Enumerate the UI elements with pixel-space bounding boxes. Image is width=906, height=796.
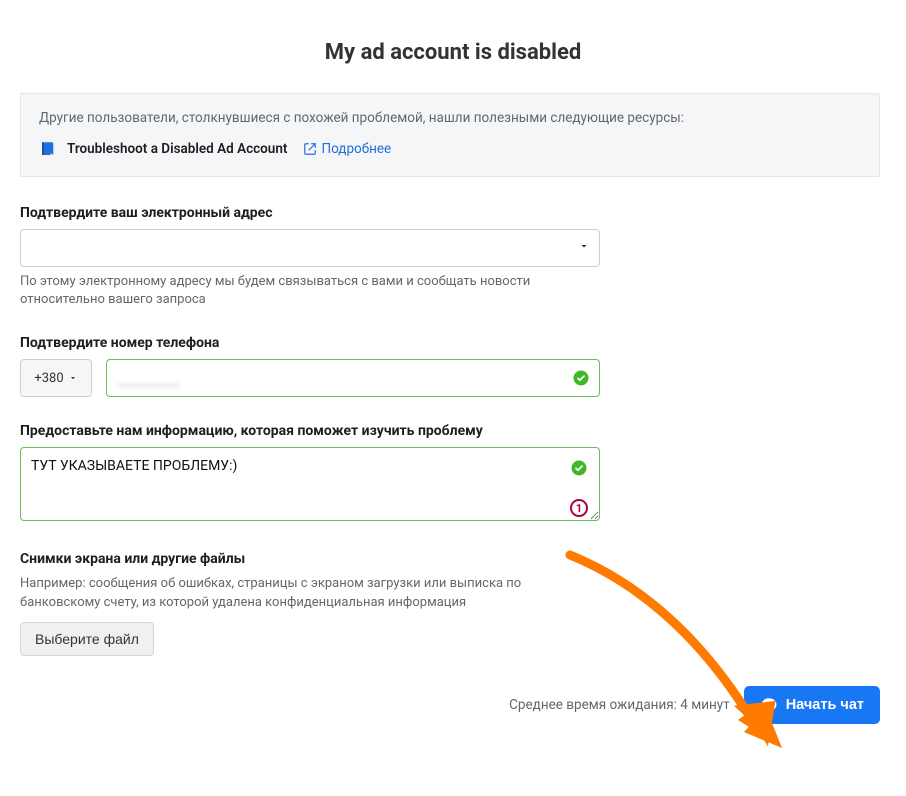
- chat-icon: [760, 696, 778, 714]
- start-chat-label: Начать чат: [786, 697, 864, 713]
- resource-item: Troubleshoot a Disabled Ad Account Подро…: [39, 140, 861, 158]
- files-section: Снимки экрана или другие файлы Например:…: [20, 551, 600, 655]
- valid-check-icon: [570, 459, 588, 481]
- external-link-icon: [303, 142, 317, 156]
- book-icon: [39, 140, 57, 158]
- learn-more-label: Подробнее: [321, 141, 391, 157]
- choose-file-button[interactable]: Выберите файл: [20, 622, 154, 656]
- start-chat-button[interactable]: Начать чат: [744, 686, 880, 724]
- footer-row: Среднее время ожидания: 4 минут Начать ч…: [20, 686, 880, 724]
- country-code-select[interactable]: +380: [20, 359, 92, 397]
- problem-textarea[interactable]: [20, 447, 600, 521]
- files-label: Снимки экрана или другие файлы: [20, 551, 600, 567]
- learn-more-link[interactable]: Подробнее: [303, 141, 391, 157]
- resources-intro: Другие пользователи, столкнувшиеся с пох…: [39, 110, 861, 126]
- problem-label: Предоставьте нам информацию, которая пом…: [20, 423, 600, 439]
- email-help: По этому электронному адресу мы будем св…: [20, 273, 600, 309]
- resources-box: Другие пользователи, столкнувшиеся с пох…: [20, 93, 880, 177]
- email-select[interactable]: [20, 229, 600, 267]
- page-title: My ad account is disabled: [20, 40, 886, 65]
- resource-title: Troubleshoot a Disabled Ad Account: [67, 141, 287, 157]
- wait-time-text: Среднее время ожидания: 4 минут: [509, 697, 730, 713]
- valid-check-icon: [572, 369, 590, 387]
- files-help: Например: сообщения об ошибках, страницы…: [20, 575, 600, 611]
- email-label: Подтвердите ваш электронный адрес: [20, 205, 600, 221]
- phone-section: Подтвердите номер телефона +380: [20, 335, 600, 397]
- phone-input[interactable]: [106, 359, 600, 397]
- problem-section: Предоставьте нам информацию, которая пом…: [20, 423, 600, 525]
- phone-label: Подтвердите номер телефона: [20, 335, 600, 351]
- country-code-value: +380: [34, 371, 63, 386]
- email-section: Подтвердите ваш электронный адрес По это…: [20, 205, 600, 309]
- caret-down-icon: [68, 373, 78, 383]
